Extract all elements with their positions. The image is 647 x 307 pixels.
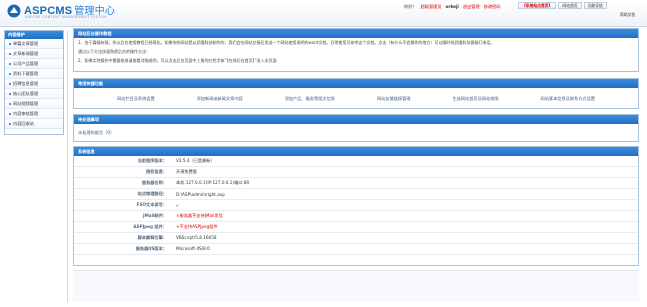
help-link[interactable]: 帮助文档 bbox=[620, 12, 635, 18]
table-row: 服务器名称： 本机 127.0.0.1(IP:127.0.0.1)端口:80 bbox=[74, 177, 638, 190]
quick-link-friend-links[interactable]: 网站友情链接管理 bbox=[377, 96, 411, 102]
logout-link[interactable]: 退出管理 bbox=[463, 4, 480, 9]
sidebar-item-team[interactable]: 核心团队管理 bbox=[5, 89, 63, 99]
system-info-table: 当前程序版本： V2.5.4（已是最新） 授权信息： 开源免费版 服务器名称： 本机 … bbox=[74, 156, 638, 255]
divider bbox=[67, 30, 68, 302]
table-row: ASPJpeg 组件： ×不支持ASPJpeg组件 bbox=[74, 221, 638, 233]
sidebar-item-products[interactable]: 公司产品管理 bbox=[5, 59, 63, 69]
sidebar-item-single-page[interactable]: 单篇文章管理 bbox=[5, 39, 63, 49]
pending-title: 待处理事项 bbox=[74, 115, 638, 124]
quick-functions-panel: 常用快捷功能 网站栏目及系统设置 添加新闻或新闻文章内容 添加产品、服务等图文信… bbox=[73, 78, 639, 109]
sidebar: 内容维护 单篇文章管理 文章新闻管理 公司产品管理 资料下载管理 招聘信息管理 … bbox=[4, 30, 64, 135]
pending-messages-link[interactable]: 未处理的留言（0） bbox=[74, 124, 638, 142]
tutorial-line: 2、如果实地操作中需要修改请查看详细说明，可以点击后台页面中上角的红色字体“【在… bbox=[78, 58, 277, 63]
table-row: 站点物理路径： D:\ASP\admin\right.asp bbox=[74, 188, 638, 201]
sidebar-item-jobs[interactable]: 招聘信息管理 bbox=[5, 79, 63, 89]
quick-title: 常用快捷功能 bbox=[74, 79, 638, 88]
function-nav-button[interactable]: 功能导航 bbox=[583, 2, 607, 9]
table-row: 授权信息： 开源免费版 bbox=[74, 166, 638, 179]
tutorial-panel: 网站后台操作教程 1、由于篇幅有限，所以后台使用教程已经简化。如果你的网站是从武… bbox=[73, 28, 639, 72]
quick-link-add-product[interactable]: 添加产品、服务等图文信息 bbox=[285, 96, 335, 102]
system-title: 系统信息 bbox=[74, 147, 638, 156]
sidebar-item-downloads[interactable]: 资料下载管理 bbox=[5, 69, 63, 79]
username: orkeji bbox=[445, 4, 459, 9]
quick-link-add-news[interactable]: 添加新闻或新闻文章内容 bbox=[197, 96, 243, 102]
change-password-link[interactable]: 修改密码 bbox=[484, 4, 501, 9]
tutorial-line: 1、由于篇幅有限，所以后台使用教程已经简化。如果你的网站是从武隆科技制作的，我们… bbox=[78, 40, 495, 45]
sidebar-item-video[interactable]: 网站视频管理 bbox=[5, 99, 63, 109]
tutorial-line: 通过以下方法快速熟悉后台的操作方法： bbox=[78, 49, 150, 54]
sidebar-item-recycle[interactable]: 内容回收站 bbox=[5, 119, 63, 129]
system-info-panel: 系统信息 当前程序版本： V2.5.4（已是最新） 授权信息： 开源免费版 服务器名… bbox=[73, 146, 639, 266]
table-row: 服务器IIS版本： Microsoft-IIS/8.0 bbox=[74, 243, 638, 255]
quick-link-generate-home[interactable]: 生成网站首页及网站地图 bbox=[452, 96, 498, 102]
top-buttons: 【系统站点首页】 网站首页 功能导航 bbox=[516, 2, 607, 9]
brand-subtitle: ASPCMS CONTENT MANAGEMENT SYSTEM bbox=[25, 15, 107, 19]
table-row: 当前程序版本： V2.5.4（已是最新） bbox=[74, 156, 638, 168]
site-home-button[interactable]: 【系统站点首页】 bbox=[518, 2, 557, 9]
user-bar: 你好！ 超级管理员 orkeji 退出管理 修改密码 bbox=[404, 4, 504, 10]
quick-link-basic-info[interactable]: 网站基本信息及联系方式设置 bbox=[541, 96, 595, 102]
table-row: FSO文本读写： √ bbox=[74, 199, 638, 211]
top-header: ASPCMS 管理中心 ASPCMS CONTENT MANAGEMENT SYS… bbox=[0, 0, 647, 27]
pending-panel: 待处理事项 未处理的留言（0） bbox=[73, 114, 639, 142]
sidebar-item-news[interactable]: 文章新闻管理 bbox=[5, 49, 63, 59]
footer-area bbox=[73, 270, 639, 302]
greeting-text: 你好！ bbox=[404, 4, 417, 9]
website-home-button[interactable]: 网站首页 bbox=[558, 2, 582, 9]
tutorial-title: 网站后台操作教程 bbox=[74, 29, 638, 38]
table-row: JMail邮件： ×服务器不支持JMail发信 bbox=[74, 210, 638, 222]
aspcms-logo-icon bbox=[7, 4, 21, 18]
table-row: 脚本解释引擎： VBScript/5.8.16658 bbox=[74, 232, 638, 244]
user-role: 超级管理员 bbox=[420, 4, 442, 9]
quick-link-site-settings[interactable]: 网站栏目及系统设置 bbox=[117, 96, 155, 102]
sidebar-item-audit[interactable]: 内容审核管理 bbox=[5, 109, 63, 119]
sidebar-title: 内容维护 bbox=[5, 31, 63, 39]
